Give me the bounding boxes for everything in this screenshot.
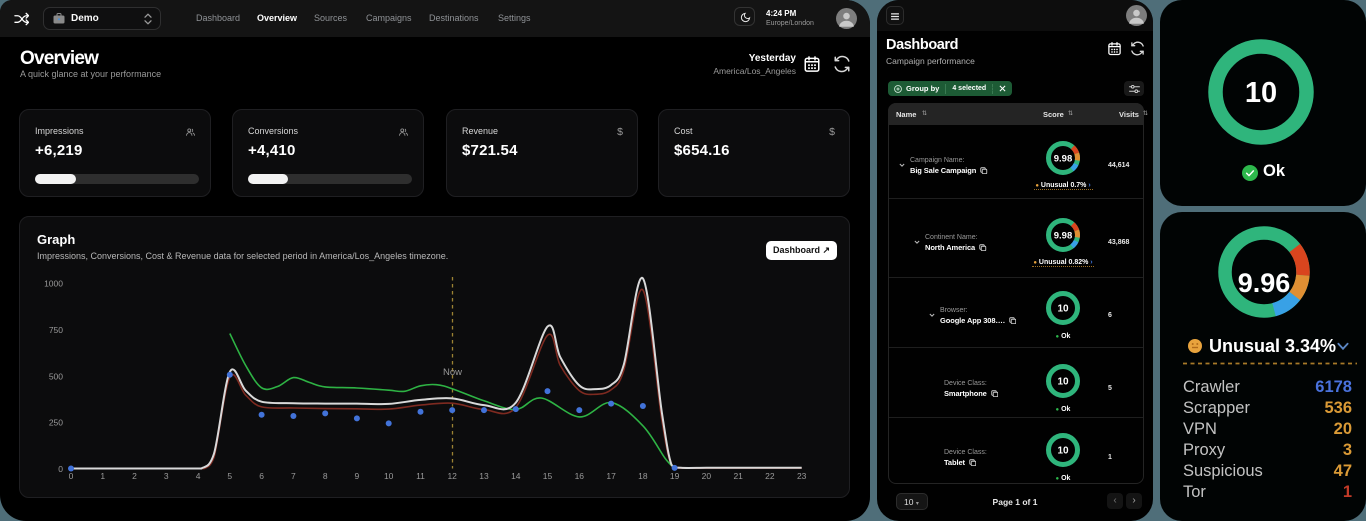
svg-text:0: 0 — [58, 464, 63, 474]
svg-text:9.98: 9.98 — [1054, 154, 1073, 165]
svg-text:6: 6 — [259, 471, 264, 481]
svg-text:12: 12 — [447, 471, 457, 481]
svg-text:9: 9 — [355, 471, 360, 481]
svg-text:750: 750 — [49, 325, 63, 335]
svg-text:8: 8 — [323, 471, 328, 481]
svg-text:16: 16 — [575, 471, 585, 481]
svg-text:7: 7 — [291, 471, 296, 481]
svg-text:10: 10 — [1057, 304, 1069, 315]
svg-text:1000: 1000 — [44, 279, 63, 289]
svg-text:2: 2 — [132, 471, 137, 481]
svg-text:11: 11 — [416, 471, 425, 481]
svg-text:10: 10 — [1245, 77, 1277, 109]
svg-text:4: 4 — [196, 471, 201, 481]
svg-text:10: 10 — [384, 471, 394, 481]
svg-text:23: 23 — [797, 471, 807, 481]
svg-text:14: 14 — [511, 471, 521, 481]
svg-text:21: 21 — [733, 471, 743, 481]
svg-text:15: 15 — [543, 471, 553, 481]
svg-text:18: 18 — [638, 471, 648, 481]
svg-text:10: 10 — [1057, 377, 1069, 388]
svg-text:1: 1 — [100, 471, 105, 481]
svg-text:10: 10 — [1057, 446, 1069, 457]
svg-text:0: 0 — [69, 471, 74, 481]
svg-text:5: 5 — [227, 471, 232, 481]
svg-text:17: 17 — [606, 471, 616, 481]
svg-text:9.98: 9.98 — [1054, 231, 1073, 242]
svg-text:3: 3 — [164, 471, 169, 481]
svg-text:19: 19 — [670, 471, 680, 481]
svg-text:500: 500 — [49, 371, 63, 381]
svg-text:20: 20 — [702, 471, 712, 481]
svg-text:13: 13 — [479, 471, 489, 481]
svg-text:250: 250 — [49, 418, 63, 428]
svg-text:9.96: 9.96 — [1238, 268, 1291, 298]
svg-text:Now: Now — [443, 367, 462, 378]
svg-text:22: 22 — [765, 471, 775, 481]
